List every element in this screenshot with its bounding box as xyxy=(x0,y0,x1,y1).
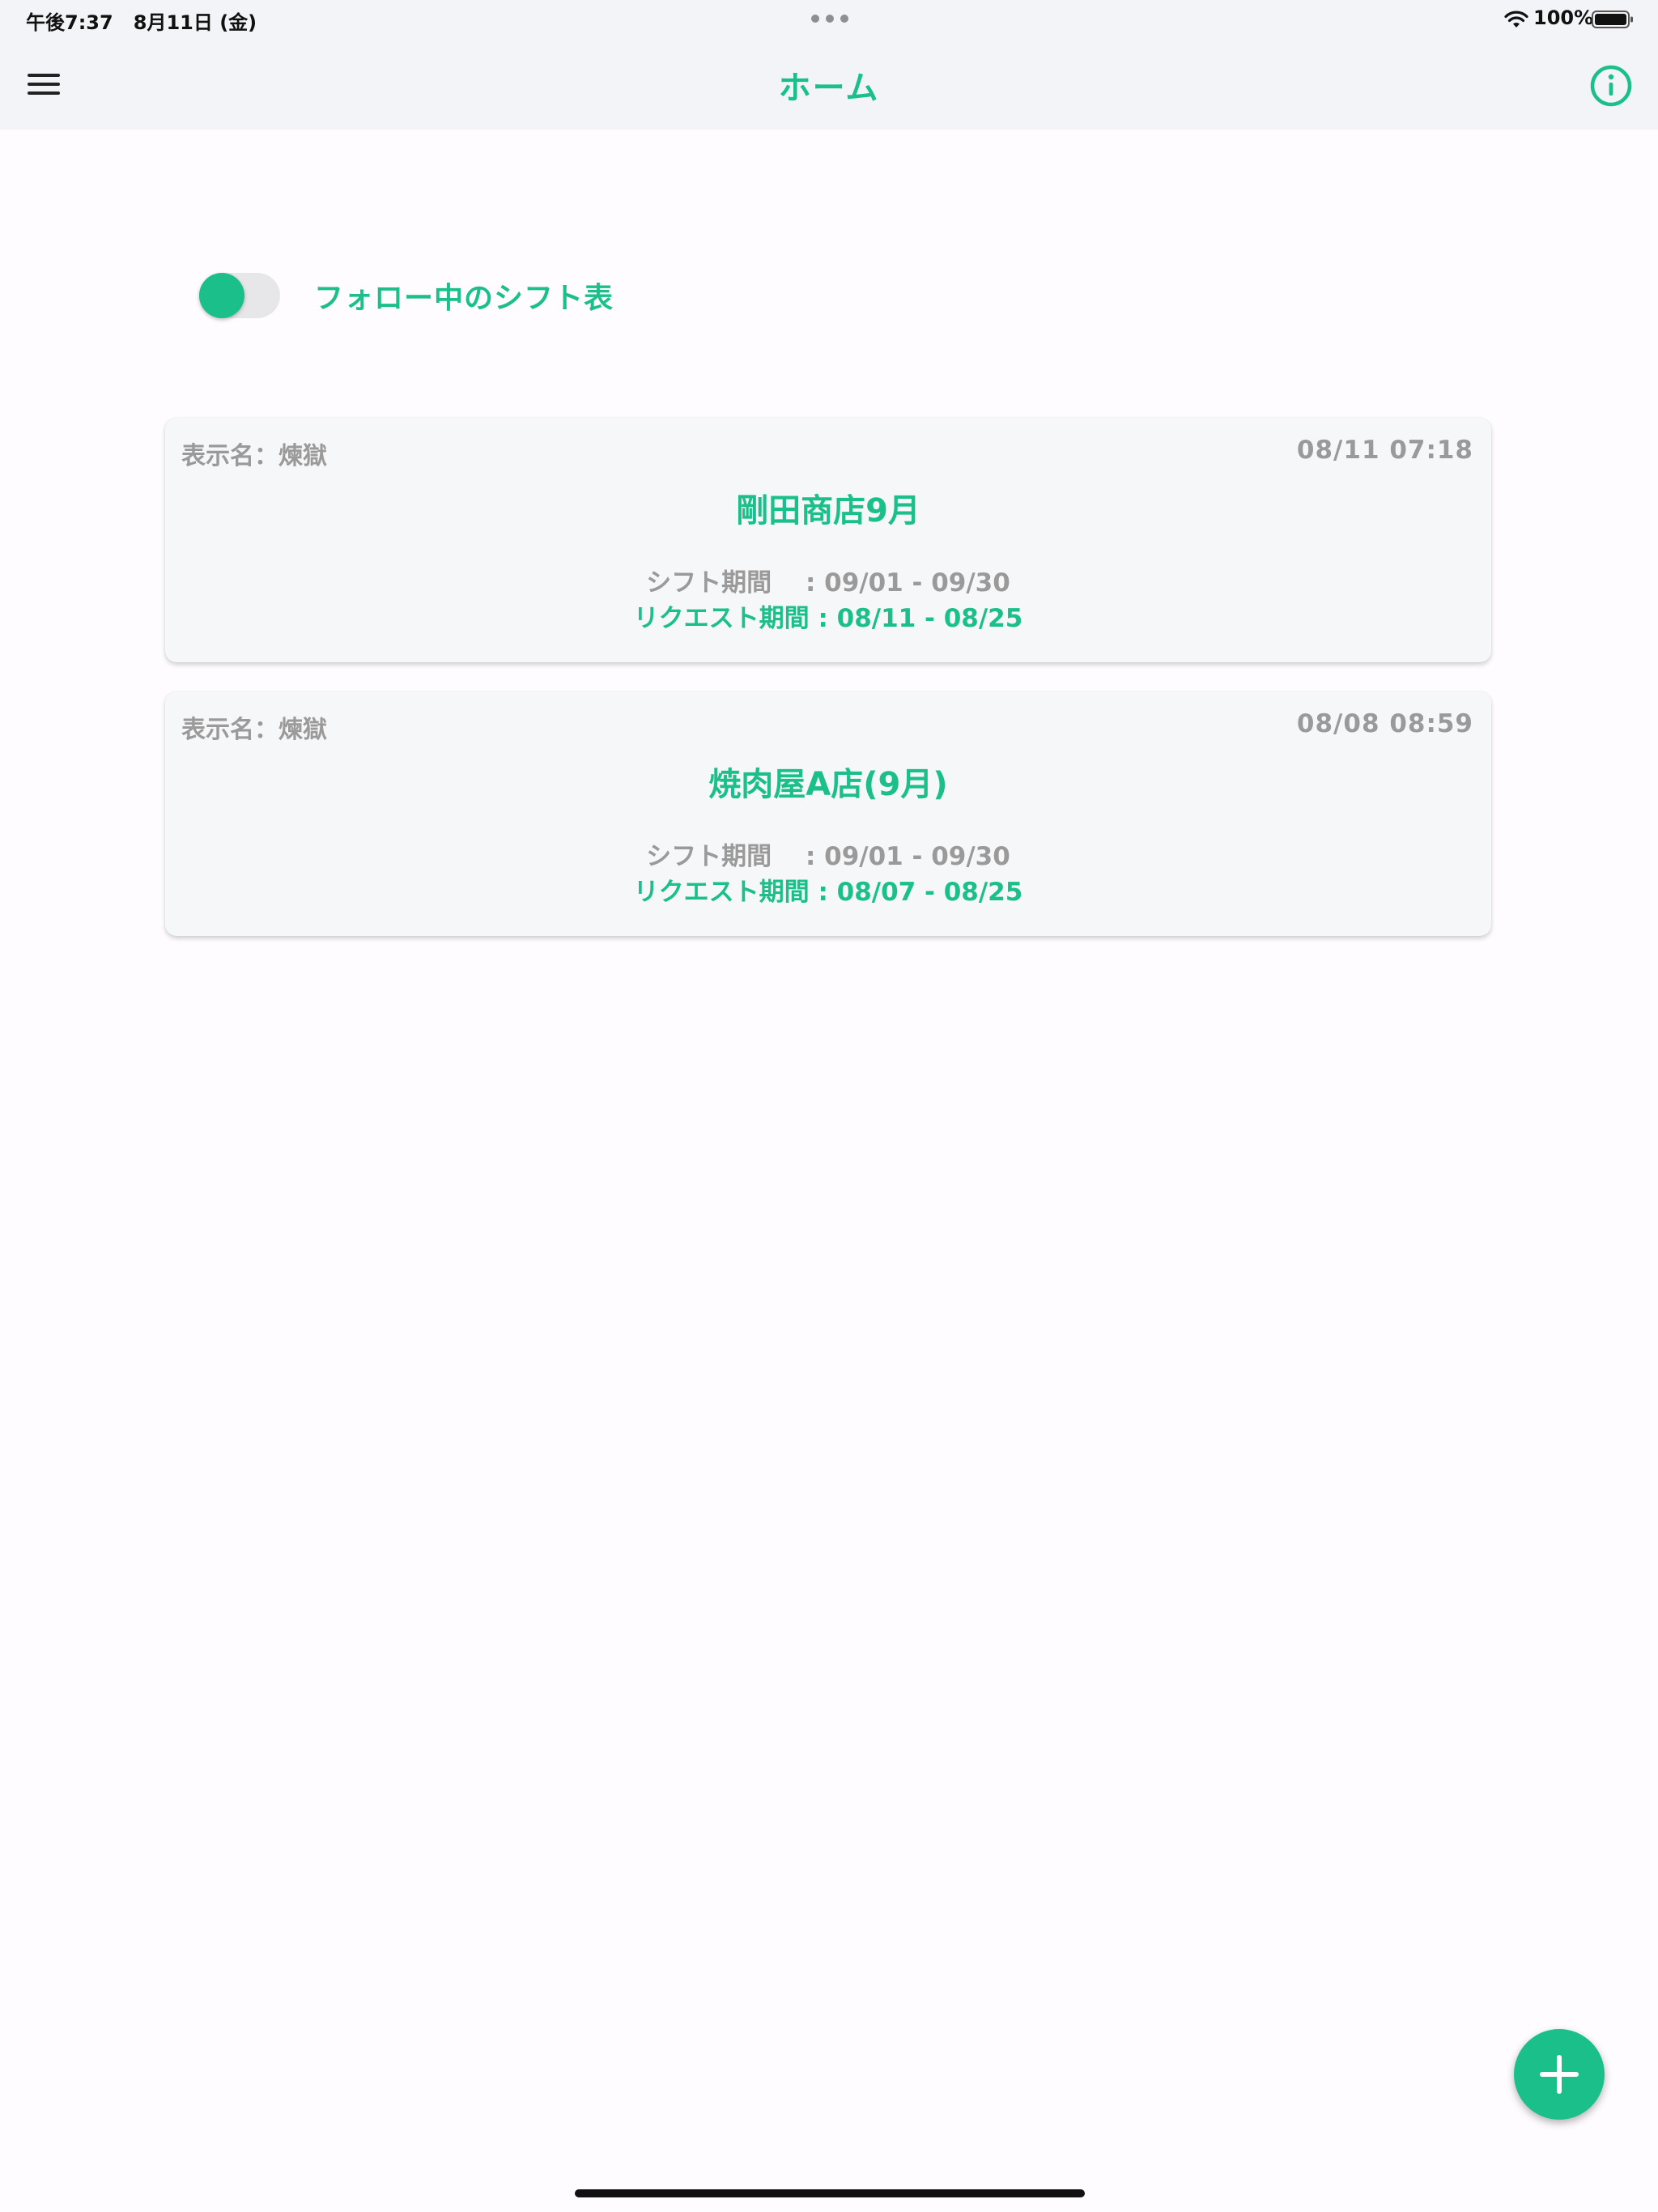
battery-percent: 100% xyxy=(1533,6,1594,29)
add-button[interactable] xyxy=(1514,2029,1605,2120)
battery-icon xyxy=(1592,11,1633,28)
card-updated-date: 08/08 08:59 xyxy=(1296,709,1473,738)
follow-toggle[interactable] xyxy=(198,270,280,321)
home-indicator[interactable] xyxy=(575,2189,1085,2197)
wifi-icon xyxy=(1504,11,1528,28)
shift-table-card[interactable]: 表示名：煉獄 08/08 08:59 焼肉屋A店(9月) シフト期間 : 09/… xyxy=(165,691,1491,936)
toggle-knob xyxy=(199,273,244,318)
app-bar: ホーム xyxy=(0,39,1658,130)
card-shift-period: シフト期間 : 09/01 - 09/30 xyxy=(646,568,1010,598)
follow-toggle-row: フォロー中のシフト表 xyxy=(198,267,614,324)
status-bar: 午後7:37 8月11日 (金) 100% xyxy=(0,0,1658,39)
info-circle-icon xyxy=(1590,65,1632,107)
page-title: ホーム xyxy=(778,70,880,107)
card-shift-period: シフト期間 : 09/01 - 09/30 xyxy=(646,842,1010,871)
card-title: 剛田商店9月 xyxy=(736,492,920,530)
status-time-date: 午後7:37 8月11日 (金) xyxy=(26,11,257,34)
plus-icon xyxy=(1540,2055,1579,2094)
card-display-name: 表示名：煉獄 xyxy=(181,442,327,470)
shift-table-card[interactable]: 表示名：煉獄 08/11 07:18 剛田商店9月 シフト期間 : 09/01 … xyxy=(165,418,1491,662)
card-title: 焼肉屋A店(9月) xyxy=(708,766,948,803)
card-request-period: リクエスト期間 : 08/11 - 08/25 xyxy=(633,604,1023,633)
follow-toggle-label: フォロー中のシフト表 xyxy=(314,282,614,315)
card-updated-date: 08/11 07:18 xyxy=(1296,436,1473,465)
card-display-name: 表示名：煉獄 xyxy=(181,716,327,744)
card-request-period: リクエスト期間 : 08/07 - 08/25 xyxy=(633,878,1023,907)
multitasking-dots-icon[interactable] xyxy=(811,15,848,23)
info-button[interactable] xyxy=(1588,63,1634,108)
